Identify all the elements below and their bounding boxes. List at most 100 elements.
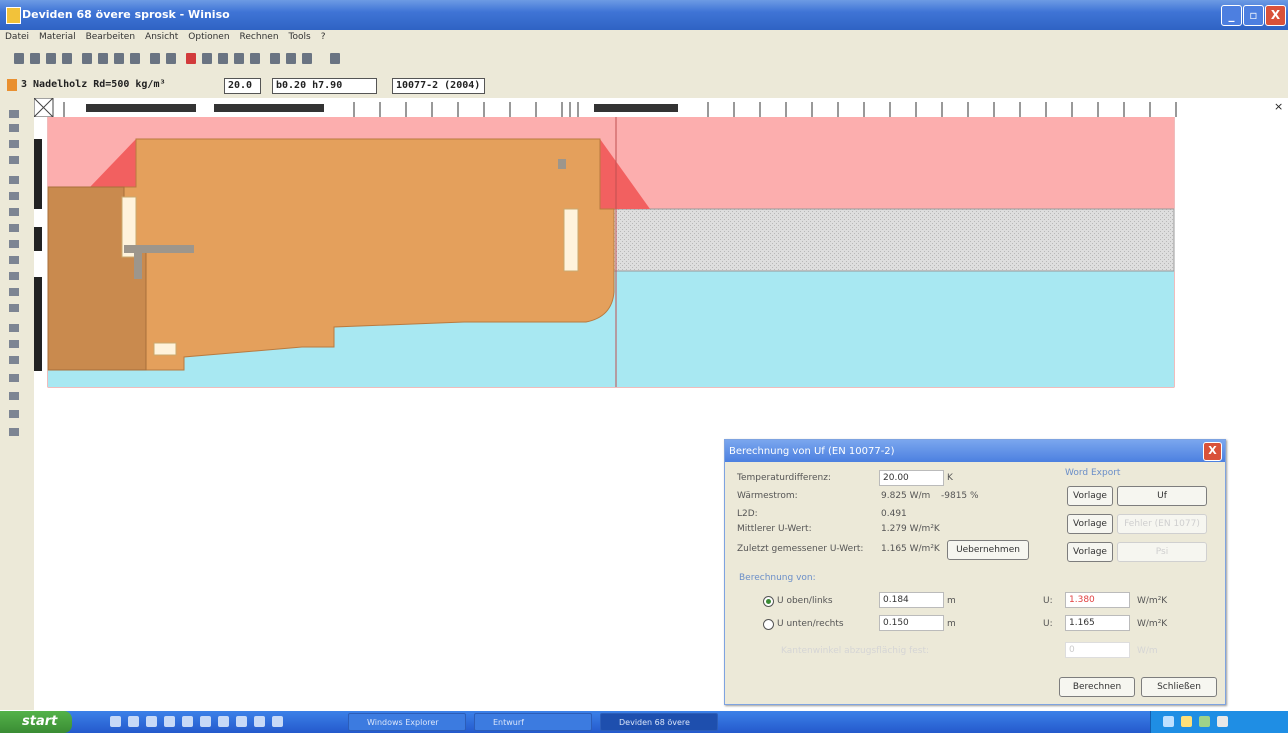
move-tool-icon[interactable] <box>9 192 19 200</box>
vorlage-psi-button[interactable]: Vorlage <box>1067 542 1113 562</box>
layers-icon[interactable] <box>98 53 108 64</box>
vorlage-error-button[interactable]: Vorlage <box>1067 514 1113 534</box>
u-bottom-width-input[interactable]: 0.150 <box>879 615 944 631</box>
material-select[interactable]: 3 Nadelholz Rd=500 kg/m³ <box>18 78 205 92</box>
quicklaunch-desktop-icon[interactable] <box>128 716 139 727</box>
line-tool-icon[interactable] <box>9 176 19 184</box>
rotate-tool-icon[interactable] <box>9 324 19 332</box>
shape-tool-icon[interactable] <box>9 356 19 364</box>
minimize-button[interactable]: _ <box>1221 5 1242 26</box>
connect-tool-icon[interactable] <box>9 410 19 418</box>
tray-volume-icon[interactable] <box>1217 716 1228 727</box>
material-color-icon <box>7 79 17 91</box>
u-bottom-result: 1.165 <box>1065 615 1130 631</box>
psi-export-button: Psi <box>1117 542 1207 562</box>
dialog-close-icon[interactable]: X <box>1203 442 1222 461</box>
select-tool-icon[interactable] <box>9 110 19 118</box>
grid-icon[interactable] <box>82 53 92 64</box>
thickness-field[interactable]: 20.0 <box>224 78 261 94</box>
dialog-title-bar: Berechnung von Uf (EN 10077-2) X <box>725 440 1225 462</box>
ruler-ticks <box>34 98 1177 117</box>
tray-update-icon[interactable] <box>1199 716 1210 727</box>
fill-icon[interactable] <box>202 53 212 64</box>
measure-tool-icon[interactable] <box>9 224 19 232</box>
menu-bar: Datei Material Bearbeiten Ansicht Optionen Re… <box>0 30 1288 45</box>
quicklaunch-mail-icon[interactable] <box>164 716 175 727</box>
paste-icon[interactable] <box>250 53 260 64</box>
norm-field[interactable]: 10077-2 (2004) <box>392 78 485 94</box>
u-tool-icon[interactable] <box>9 256 19 264</box>
taskbar-task-entwurf[interactable]: Entwurf <box>474 713 592 731</box>
menu-bearbeiten[interactable]: Bearbeiten <box>81 30 140 45</box>
polygon-tool-icon[interactable] <box>9 140 19 148</box>
maximize-button[interactable]: ▫ <box>1243 5 1264 26</box>
menu-help[interactable]: ? <box>316 30 331 45</box>
u-top-unit: m <box>947 596 956 606</box>
settings-tool-icon[interactable] <box>9 428 19 436</box>
cut-icon[interactable] <box>234 53 244 64</box>
block-tool-icon[interactable] <box>9 392 19 400</box>
quicklaunch-calc-icon[interactable] <box>200 716 211 727</box>
u-top-width-input[interactable]: 0.184 <box>879 592 944 608</box>
vorlage-uf-button[interactable]: Vorlage <box>1067 486 1113 506</box>
dimensions-field[interactable]: b0.20 h7.90 <box>272 78 377 94</box>
word-export-label: Word Export <box>1065 468 1121 478</box>
menu-material[interactable]: Material <box>34 30 81 45</box>
dialog-close-button[interactable]: Schließen <box>1141 677 1217 697</box>
p-tool-icon[interactable] <box>9 288 19 296</box>
start-button[interactable]: start <box>0 711 72 733</box>
filter-tool-icon[interactable] <box>9 208 19 216</box>
taskbar-task-winiso[interactable]: Deviden 68 övere <box>600 713 718 731</box>
paint-tool-icon[interactable] <box>9 304 19 312</box>
edit-tool-icon[interactable] <box>9 374 19 382</box>
new-icon[interactable] <box>14 53 24 64</box>
quicklaunch-paint-icon[interactable] <box>218 716 229 727</box>
quicklaunch-ie-icon[interactable] <box>110 716 121 727</box>
menu-optionen[interactable]: Optionen <box>183 30 234 45</box>
zoom-in-icon[interactable] <box>270 53 280 64</box>
marker-icon[interactable] <box>186 53 196 64</box>
menu-datei[interactable]: Datei <box>0 30 34 45</box>
quicklaunch-media-icon[interactable] <box>146 716 157 727</box>
mirror-tool-icon[interactable] <box>9 340 19 348</box>
accept-button[interactable]: Uebernehmen <box>947 540 1029 560</box>
window-title: Deviden 68 övere sprosk - Winiso <box>22 8 230 21</box>
copy-icon[interactable] <box>114 53 124 64</box>
uf-export-button[interactable]: Uf <box>1117 486 1207 506</box>
u-top-radio[interactable] <box>763 596 774 607</box>
rectangle-tool-icon[interactable] <box>9 124 19 132</box>
select-icon[interactable] <box>150 53 160 64</box>
open-icon[interactable] <box>30 53 40 64</box>
u-bottom-unit: m <box>947 619 956 629</box>
temperature-input[interactable]: 20.00 <box>879 470 944 486</box>
tray-network-icon[interactable] <box>1163 716 1174 727</box>
ruler-close-icon[interactable]: × <box>1274 100 1283 113</box>
table-icon[interactable] <box>130 53 140 64</box>
tray-security-icon[interactable] <box>1181 716 1192 727</box>
quicklaunch-cmd-icon[interactable] <box>254 716 265 727</box>
taskbar-task-explorer[interactable]: Windows Explorer <box>348 713 466 731</box>
faded-option-unit: W/m <box>1137 646 1158 656</box>
pen-icon[interactable] <box>218 53 228 64</box>
measure-icon[interactable] <box>302 53 312 64</box>
temperature-tool-icon[interactable] <box>9 272 19 280</box>
menu-ansicht[interactable]: Ansicht <box>140 30 183 45</box>
zoom-out-icon[interactable] <box>286 53 296 64</box>
menu-tools[interactable]: Tools <box>284 30 316 45</box>
quicklaunch-explorer-icon[interactable] <box>182 716 193 727</box>
tool-strip: v <box>0 98 44 710</box>
menu-rechnen[interactable]: Rechnen <box>235 30 284 45</box>
sum-tool-icon[interactable] <box>9 240 19 248</box>
calculate-button[interactable]: Berechnen <box>1059 677 1135 697</box>
close-button[interactable]: X <box>1265 5 1286 26</box>
temperature-unit: K <box>947 473 953 483</box>
save-icon[interactable] <box>46 53 56 64</box>
fill-tool-icon[interactable] <box>9 156 19 164</box>
sum-icon[interactable] <box>330 53 340 64</box>
bold-icon[interactable] <box>166 53 176 64</box>
seal-right <box>563 208 579 272</box>
print-icon[interactable] <box>62 53 72 64</box>
u-bottom-radio[interactable] <box>763 619 774 630</box>
quicklaunch-app-icon[interactable] <box>272 716 283 727</box>
quicklaunch-word-icon[interactable] <box>236 716 247 727</box>
